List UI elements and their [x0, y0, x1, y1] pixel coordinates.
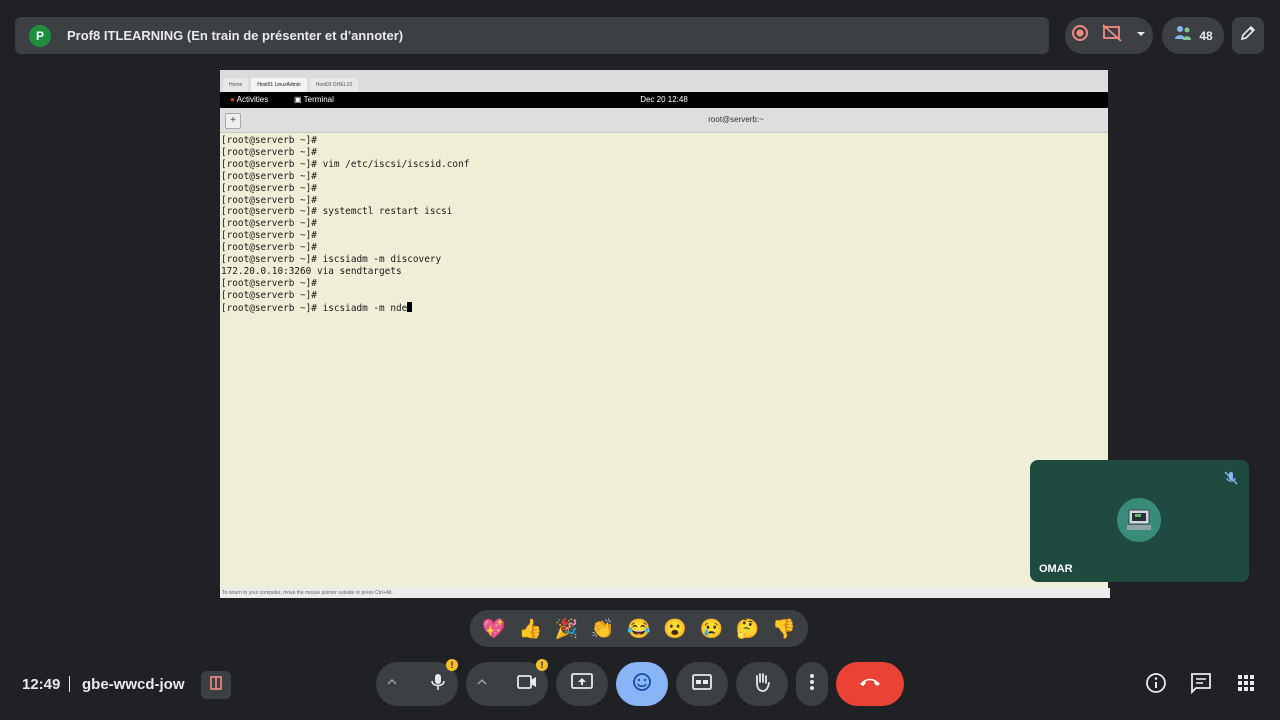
presenting-bar: P Prof8 ITLEARNING (En train de présente… [15, 17, 1049, 54]
more-icon [809, 673, 815, 696]
leave-call-button[interactable] [836, 662, 904, 706]
participants-count: 48 [1199, 28, 1213, 43]
present-screen-icon [571, 672, 593, 696]
presentation-controls [1065, 17, 1153, 54]
meeting-time: 12:49 [22, 676, 61, 693]
camera-icon[interactable] [516, 673, 538, 696]
present-screen-button[interactable] [556, 662, 608, 706]
shared-screen: Home Host01 LinuxAdmin Host03 GHEL10 ● A… [220, 70, 1110, 598]
gnome-top-bar: ● Activities ▣ Terminal Dec 20 12:48 [220, 92, 1108, 108]
annotate-button[interactable] [1232, 17, 1264, 54]
terminal-title: root@serverb:~ [708, 115, 764, 124]
reaction-laugh[interactable]: 😂 [627, 617, 651, 641]
gnome-clock[interactable]: Dec 20 12:48 [220, 95, 1108, 104]
presenter-avatar: P [29, 24, 51, 47]
vm-tab-host03[interactable]: Host03 GHEL10 [309, 78, 359, 92]
mic-control: ! [376, 659, 458, 706]
chevron-down-icon[interactable] [1135, 27, 1147, 45]
camera-control: ! [466, 659, 548, 706]
reaction-party[interactable]: 🎉 [555, 617, 579, 641]
reaction-thumbs-down[interactable]: 👎 [772, 617, 796, 641]
meeting-code: gbe-wwcd-jow [82, 676, 185, 693]
host-controls-button[interactable] [201, 671, 231, 699]
reaction-thumbs-up[interactable]: 👍 [518, 617, 542, 641]
mic-warning-badge: ! [446, 659, 458, 671]
divider [69, 676, 70, 692]
hangup-icon [858, 675, 882, 693]
terminal-output: [root@serverb ~]# [root@serverb ~]# [roo… [221, 135, 470, 314]
mic-options-chevron-icon[interactable] [386, 675, 398, 693]
info-icon [1145, 672, 1167, 699]
annotate-icon [1239, 24, 1257, 47]
participants-button[interactable]: 48 [1162, 17, 1224, 54]
vm-hint: To return to your computer, move the mou… [220, 588, 1110, 598]
info-button[interactable] [1143, 672, 1169, 698]
presenting-title: Prof8 ITLEARNING (En train de présenter … [67, 28, 404, 43]
camera-options-chevron-icon[interactable] [476, 675, 488, 693]
present-icon[interactable] [1102, 24, 1122, 47]
camera-warning-badge: ! [536, 659, 548, 671]
captions-button[interactable] [676, 662, 728, 706]
reaction-thinking[interactable]: 🤔 [736, 617, 760, 641]
reaction-heart[interactable]: 💖 [482, 617, 506, 641]
captions-icon [692, 673, 712, 696]
mic-off-icon [1223, 470, 1239, 491]
raise-hand-icon [752, 671, 772, 698]
terminal-header: + root@serverb:~ [220, 108, 1108, 133]
record-icon[interactable] [1071, 24, 1089, 47]
apps-icon [1237, 674, 1255, 697]
vm-tab-home[interactable]: Home [223, 78, 249, 92]
participant-avatar [1117, 498, 1161, 542]
participant-name: OMAR [1039, 563, 1073, 575]
chat-icon [1190, 672, 1212, 699]
participant-tile[interactable]: OMAR [1030, 460, 1249, 582]
chat-button[interactable] [1188, 672, 1214, 698]
emoji-button[interactable] [616, 662, 668, 706]
activities-button[interactable] [1233, 672, 1259, 698]
reaction-surprised[interactable]: 😮 [663, 617, 687, 641]
vm-tabstrip: Home Host01 LinuxAdmin Host03 GHEL10 [220, 70, 1108, 92]
reaction-sad[interactable]: 😢 [700, 617, 724, 641]
reactions-bar: 💖 👍 🎉 👏 😂 😮 😢 🤔 👎 [470, 610, 808, 647]
vm-tab-host01[interactable]: Host01 LinuxAdmin [251, 78, 307, 92]
host-controls-icon [208, 675, 224, 696]
mic-icon[interactable] [428, 672, 448, 697]
emoji-icon [632, 672, 652, 697]
people-icon [1173, 23, 1193, 48]
reaction-clap[interactable]: 👏 [591, 617, 615, 641]
raise-hand-button[interactable] [736, 662, 788, 706]
more-options-button[interactable] [796, 662, 828, 706]
terminal-body[interactable]: [root@serverb ~]# [root@serverb ~]# [roo… [220, 133, 1108, 588]
terminal-cursor [407, 301, 413, 312]
